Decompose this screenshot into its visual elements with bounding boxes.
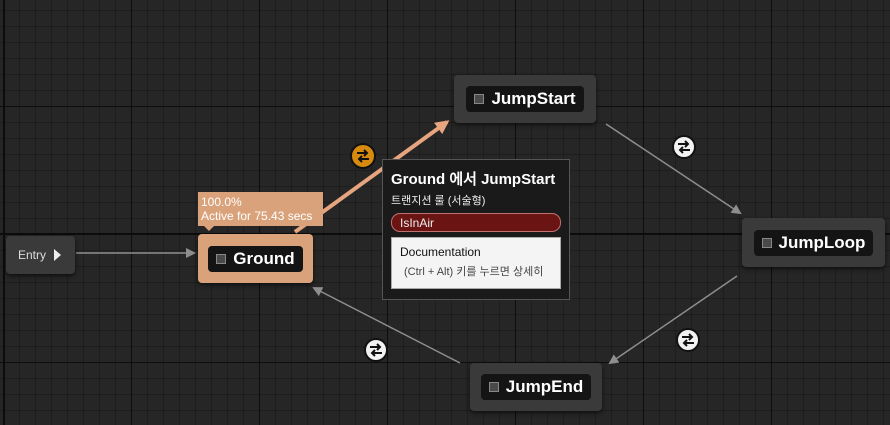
state-label-jumpstart: JumpStart bbox=[491, 89, 576, 108]
state-label-ground: Ground bbox=[233, 248, 295, 268]
transition-rule-icon-jumpstart-jumploop[interactable] bbox=[672, 135, 696, 159]
state-icon bbox=[216, 253, 227, 264]
state-icon bbox=[761, 237, 772, 248]
active-percent: 100.0% bbox=[201, 195, 242, 209]
link-jumpstart-jumploop bbox=[605, 123, 742, 215]
state-node-jumpend[interactable]: JumpEnd bbox=[470, 363, 602, 411]
active-state-badge: 100.0% Active for 75.43 secs bbox=[198, 192, 323, 231]
state-icon bbox=[488, 382, 499, 392]
transition-tooltip: Ground 에서 JumpStart 트랜지션 룰 (서술형) IsInAir… bbox=[382, 159, 570, 300]
documentation-hint: (Ctrl + Alt) 키를 누르면 상세히 bbox=[404, 266, 544, 278]
tooltip-subtitle: 트랜지션 룰 (서술형) bbox=[391, 195, 486, 207]
entry-exec-pin-icon[interactable] bbox=[54, 249, 62, 261]
state-icon bbox=[474, 94, 485, 104]
documentation-title: Documentation bbox=[400, 245, 481, 259]
transition-rule-icon-jumploop-jumpend[interactable] bbox=[676, 328, 700, 352]
link-jumploop-jumpend bbox=[608, 275, 738, 365]
active-duration: Active for 75.43 secs bbox=[201, 209, 313, 223]
tooltip-title: Ground 에서 JumpStart bbox=[391, 171, 556, 188]
entry-label: Entry bbox=[18, 248, 47, 262]
transition-rule-value: IsInAir bbox=[391, 213, 561, 232]
state-label-jumploop: JumpLoop bbox=[778, 232, 866, 252]
documentation-box: Documentation (Ctrl + Alt) 키를 누르면 상세히 bbox=[391, 237, 561, 289]
state-label-jumpend: JumpEnd bbox=[505, 377, 584, 396]
state-node-ground[interactable]: Ground bbox=[198, 234, 313, 283]
state-node-jumpstart[interactable]: JumpStart bbox=[454, 75, 596, 123]
entry-node[interactable]: Entry bbox=[6, 236, 75, 274]
state-node-jumploop[interactable]: JumpLoop bbox=[742, 218, 885, 267]
transition-rule-icon-jumpend-ground[interactable] bbox=[364, 338, 388, 362]
transition-rule-icon-ground-jumpstart[interactable] bbox=[350, 143, 376, 169]
